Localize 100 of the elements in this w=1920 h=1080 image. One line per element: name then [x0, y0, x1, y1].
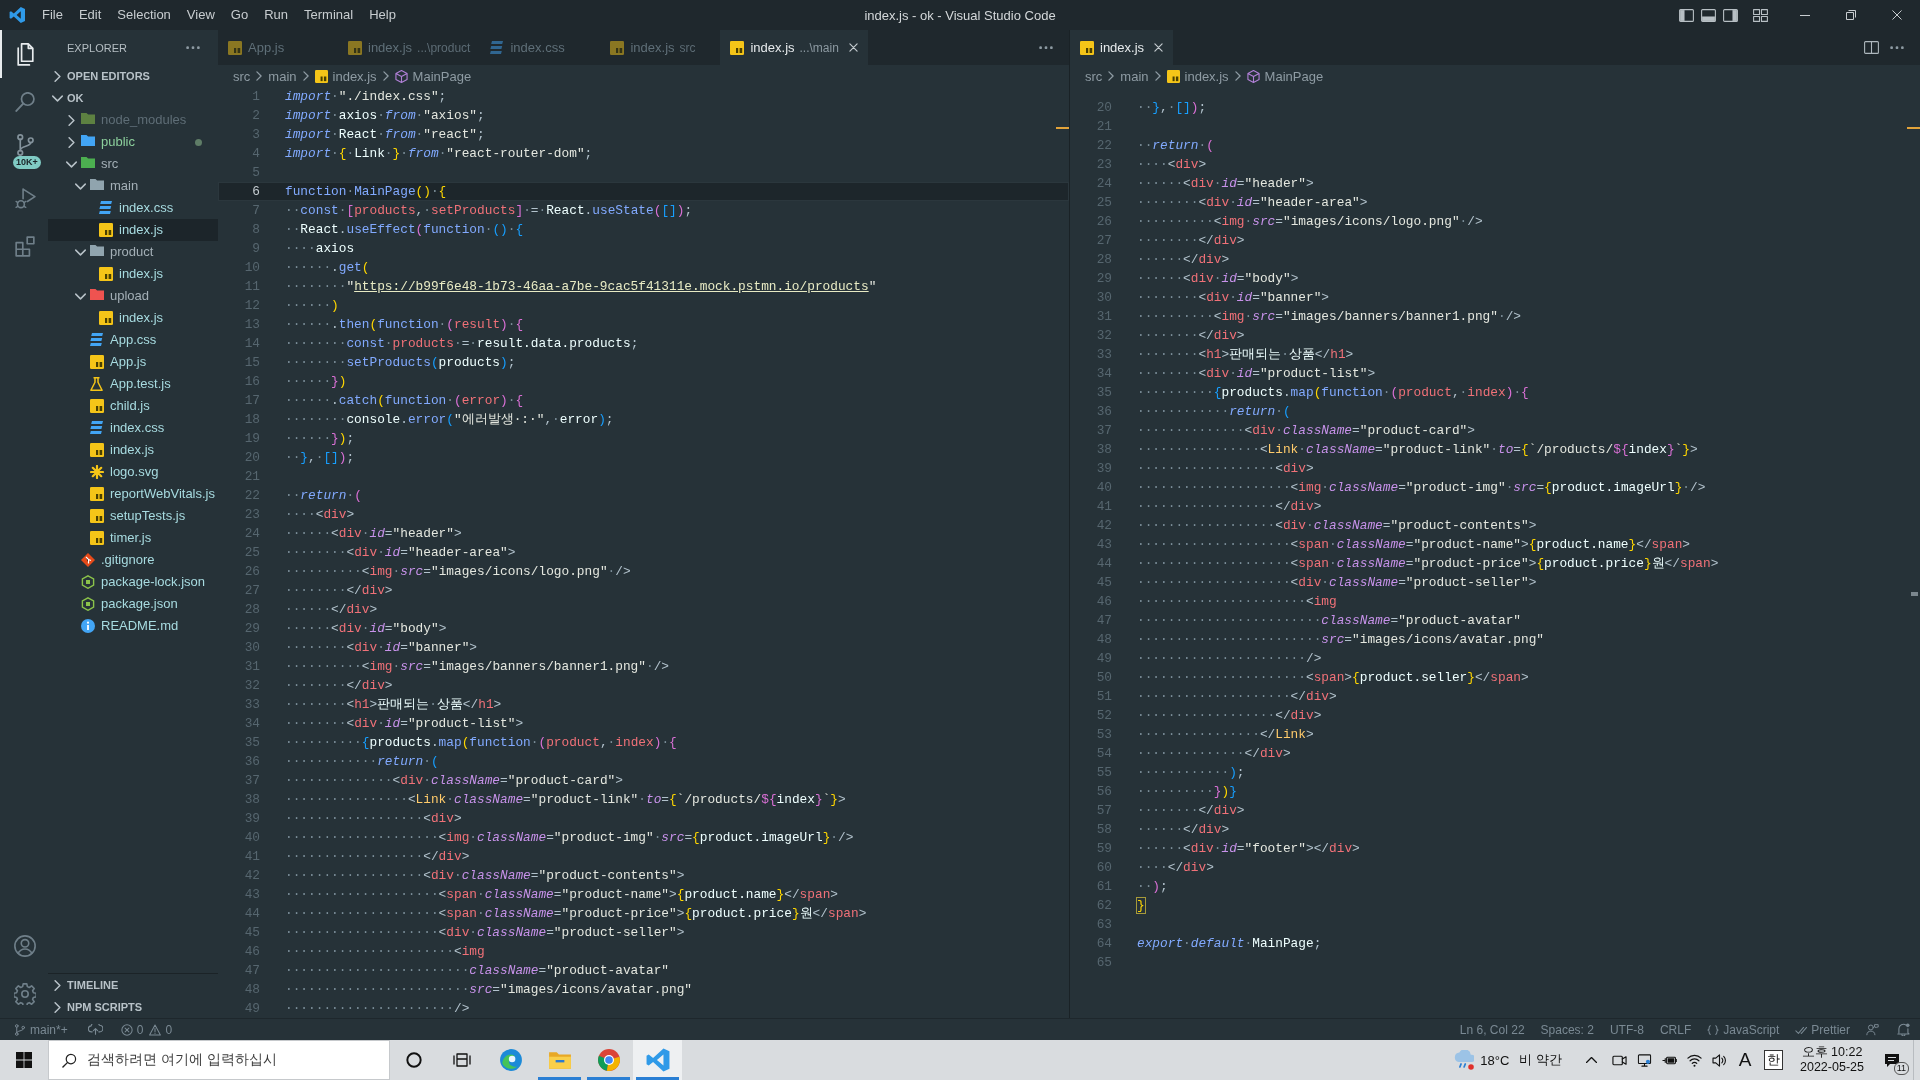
- code-line: ······················/>: [1137, 650, 1322, 668]
- sidebar-toggle-icon[interactable]: [1679, 8, 1694, 22]
- code-line: ········<div·id="banner">: [1137, 289, 1330, 307]
- tree-item[interactable]: index.js: [48, 219, 218, 241]
- tree-item[interactable]: App.css: [48, 329, 218, 351]
- formatter-status[interactable]: Prettier: [1787, 1019, 1858, 1040]
- input-mode-indicator[interactable]: 한: [1764, 1050, 1783, 1070]
- camera-icon[interactable]: [1612, 1053, 1627, 1067]
- overview-ruler-mark: [1907, 127, 1920, 129]
- tree-item[interactable]: index.js: [48, 439, 218, 461]
- tree-item[interactable]: index.css: [48, 417, 218, 439]
- js-file-icon: [90, 355, 104, 369]
- breadcrumb[interactable]: main: [1120, 68, 1149, 84]
- problems-status[interactable]: 0 0: [112, 1019, 181, 1040]
- breadcrumb[interactable]: MainPage: [1246, 68, 1324, 84]
- tree-item[interactable]: product: [48, 241, 218, 263]
- breadcrumb[interactable]: index.js: [1166, 68, 1229, 84]
- menu-item[interactable]: File: [34, 4, 71, 26]
- monitor-icon[interactable]: [1637, 1053, 1652, 1067]
- editor-tab[interactable]: index.js ...\main: [720, 30, 868, 65]
- layout-icon[interactable]: [1753, 8, 1768, 22]
- close-icon[interactable]: [848, 43, 858, 52]
- tree-item[interactable]: reportWebVitals.js: [48, 483, 218, 505]
- chevron-right-icon: [1234, 71, 1241, 81]
- language-status[interactable]: JavaScript: [1699, 1019, 1788, 1040]
- chevron-up-icon[interactable]: [1586, 1057, 1597, 1063]
- branch-status[interactable]: main*+: [0, 1019, 76, 1040]
- bell-icon[interactable]: [1897, 1023, 1910, 1036]
- tree-item[interactable]: README.md: [48, 615, 218, 637]
- menu-item[interactable]: Run: [256, 4, 296, 26]
- menu-item[interactable]: Terminal: [296, 4, 362, 26]
- more-icon[interactable]: [1890, 45, 1904, 50]
- code-line: ····················<span·className="product-name">{product.name}</span>: [285, 886, 838, 904]
- tree-item[interactable]: public: [48, 131, 218, 153]
- tree-item[interactable]: index.js: [48, 263, 218, 285]
- code-line: ········</div>: [285, 582, 393, 600]
- code-line: ··················</div>: [1137, 498, 1322, 516]
- breadcrumb[interactable]: src: [1085, 68, 1103, 84]
- taskbar-app-button[interactable]: [633, 1040, 682, 1080]
- tree-item[interactable]: logo.svg: [48, 461, 218, 483]
- tree-item[interactable]: index.css: [48, 197, 218, 219]
- css-file-icon: [90, 421, 104, 435]
- browser-icon: [498, 1048, 523, 1072]
- code-line: ······<div·id="footer"></div>: [1137, 840, 1360, 858]
- status-item[interactable]: UTF-8: [1601, 1019, 1652, 1040]
- breadcrumb[interactable]: MainPage: [394, 68, 472, 84]
- menu-item[interactable]: View: [178, 4, 223, 26]
- code-line: ······}): [285, 373, 347, 391]
- status-item[interactable]: Ln 6, Col 22: [1451, 1019, 1533, 1040]
- restore-icon: [1846, 10, 1856, 20]
- breadcrumb[interactable]: main: [268, 68, 297, 84]
- tree-item[interactable]: src: [48, 153, 218, 175]
- tree-item[interactable]: App.js: [48, 351, 218, 373]
- tree-item[interactable]: setupTests.js: [48, 505, 218, 527]
- code-line: ······<div·id="header">: [1137, 175, 1314, 193]
- secondary-sidebar-toggle-icon[interactable]: [1723, 8, 1738, 22]
- search-field[interactable]: 검색하려면 여기에 입력하십시: [48, 1040, 390, 1080]
- rain-cloud-icon: [1453, 1050, 1475, 1070]
- section-header[interactable]: NPM SCRIPTS: [48, 996, 218, 1018]
- status-item[interactable]: CRLF: [1651, 1019, 1700, 1040]
- section-header[interactable]: OPEN EDITORS: [48, 65, 218, 87]
- tree-item[interactable]: main: [48, 175, 218, 197]
- editor-tab[interactable]: index.js: [1070, 30, 1174, 65]
- tree-item[interactable]: .gitignore: [48, 549, 218, 571]
- speaker-icon[interactable]: [1712, 1053, 1727, 1067]
- feedback-icon[interactable]: [1866, 1023, 1879, 1036]
- input-mode-indicator[interactable]: A: [1732, 1049, 1758, 1071]
- tree-item[interactable]: package.json: [48, 593, 218, 615]
- close-icon[interactable]: [1154, 43, 1164, 52]
- tree-item[interactable]: child.js: [48, 395, 218, 417]
- cloud-upload-icon[interactable]: [87, 1024, 103, 1035]
- section-header[interactable]: OK: [48, 87, 218, 109]
- more-icon[interactable]: [186, 45, 200, 50]
- status-item[interactable]: Spaces: 2: [1532, 1019, 1602, 1040]
- menu-item[interactable]: Selection: [109, 4, 179, 26]
- code-line: ··React.useEffect(function·()·{: [285, 221, 524, 239]
- clock[interactable]: 오후 10:22 2022-05-25: [1793, 1045, 1871, 1075]
- code-line: ······): [285, 297, 339, 315]
- split-editor-icon[interactable]: [1864, 41, 1879, 54]
- tree-item[interactable]: timer.js: [48, 527, 218, 549]
- code-line: ··},·[]);: [285, 449, 355, 467]
- activity-button[interactable]: 10K+: [0, 126, 48, 174]
- menu-item[interactable]: Edit: [70, 4, 110, 26]
- braces-icon: [1707, 1023, 1720, 1036]
- tree-item[interactable]: package-lock.json: [48, 571, 218, 593]
- code-line: ············return·(: [1137, 403, 1291, 421]
- wifi-icon[interactable]: [1687, 1053, 1702, 1067]
- tree-item[interactable]: App.test.js: [48, 373, 218, 395]
- breadcrumb[interactable]: index.js: [314, 68, 377, 84]
- code-line: ······.get(: [285, 259, 370, 277]
- panel-toggle-icon[interactable]: [1701, 8, 1716, 22]
- breadcrumb[interactable]: src: [233, 68, 251, 84]
- menu-item[interactable]: Help: [361, 4, 404, 26]
- code-line: ······</div>: [1137, 821, 1230, 839]
- code-line: ··················<div·className="product-contents">: [1137, 517, 1537, 535]
- js-file-icon: [90, 399, 104, 413]
- tree-item[interactable]: upload: [48, 285, 218, 307]
- menu-item[interactable]: Go: [222, 4, 257, 26]
- tree-item[interactable]: index.js: [48, 307, 218, 329]
- more-icon[interactable]: [1039, 45, 1053, 50]
